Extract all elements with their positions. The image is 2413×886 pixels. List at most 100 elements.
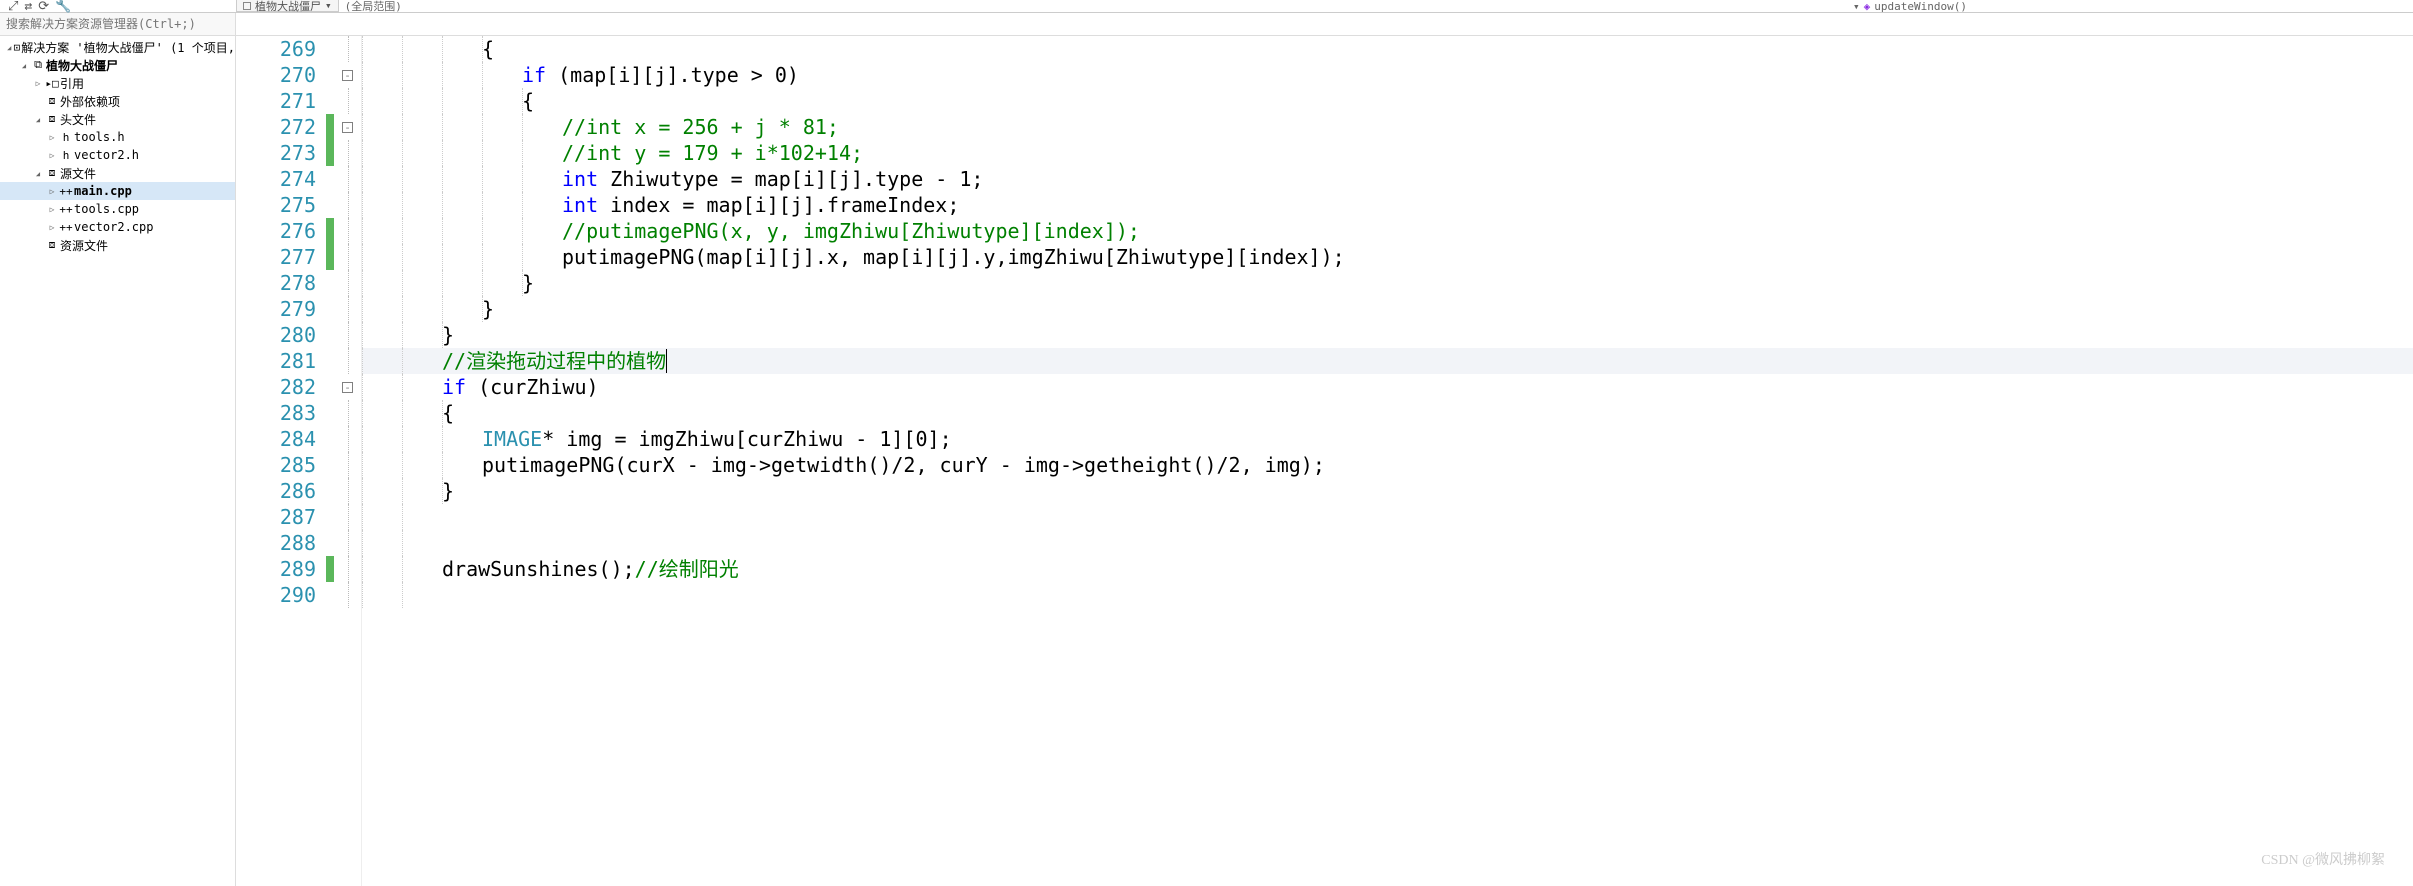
code-text: IMAGE* img = imgZhiwu[curZhiwu - 1][0];: [362, 426, 952, 452]
fold-cell[interactable]: [334, 322, 361, 348]
tool-icon-4[interactable]: 🔧: [55, 0, 71, 14]
expand-arrow-icon[interactable]: [46, 150, 58, 161]
code-line[interactable]: }: [362, 270, 2413, 296]
tree-item[interactable]: ⧈ 源文件: [0, 164, 235, 182]
tool-icon-2[interactable]: ⇄: [24, 0, 32, 14]
code-line[interactable]: [362, 504, 2413, 530]
solution-explorer[interactable]: ⊡ 解决方案 '植物大战僵尸' (1 个项目,⧉ 植物大战僵尸▸□ 引用 ⧈ 外…: [0, 36, 236, 886]
code-line[interactable]: {: [362, 88, 2413, 114]
expand-arrow-icon[interactable]: [32, 114, 44, 125]
fold-cell[interactable]: [334, 192, 361, 218]
code-line[interactable]: //putimagePNG(x, y, imgZhiwu[Zhiwutype][…: [362, 218, 2413, 244]
change-marker: [326, 322, 334, 348]
fold-cell[interactable]: [334, 348, 361, 374]
expand-arrow-icon[interactable]: [18, 60, 30, 71]
expand-arrow-icon[interactable]: [32, 168, 44, 179]
fold-cell[interactable]: [334, 88, 361, 114]
code-line[interactable]: //int y = 179 + i*102+14;: [362, 140, 2413, 166]
chevron-down-icon: ▾: [1853, 0, 1860, 13]
file-tab[interactable]: 植物大战僵尸 ▾: [236, 0, 339, 12]
change-marker: [326, 530, 334, 556]
fold-cell[interactable]: [334, 218, 361, 244]
tree-item[interactable]: ++ vector2.cpp: [0, 218, 235, 236]
fold-toggle-icon[interactable]: -: [342, 382, 353, 393]
fold-cell[interactable]: [334, 504, 361, 530]
fold-cell[interactable]: [334, 166, 361, 192]
code-line[interactable]: }: [362, 478, 2413, 504]
code-line[interactable]: putimagePNG(map[i][j].x, map[i][j].y,img…: [362, 244, 2413, 270]
change-marker: [326, 62, 334, 88]
line-number: 288: [236, 530, 316, 556]
expand-arrow-icon[interactable]: [32, 240, 44, 251]
function-dropdown[interactable]: ▾ ◈ updateWindow(): [1853, 0, 2413, 12]
change-marker: [326, 244, 334, 270]
fold-cell[interactable]: [334, 452, 361, 478]
fold-cell[interactable]: -: [334, 62, 361, 88]
tree-item[interactable]: h vector2.h: [0, 146, 235, 164]
fold-cell[interactable]: -: [334, 374, 361, 400]
tree-item[interactable]: ++ tools.cpp: [0, 200, 235, 218]
code-editor[interactable]: 2692702712722732742752762772782792802812…: [236, 36, 2413, 886]
fold-cell[interactable]: [334, 556, 361, 582]
code-line[interactable]: [362, 530, 2413, 556]
file-type-icon: ⧈: [44, 238, 60, 252]
tree-item[interactable]: ⧈ 资源文件: [0, 236, 235, 254]
fold-cell[interactable]: [334, 582, 361, 608]
fold-toggle-icon[interactable]: -: [342, 122, 353, 133]
change-marker: [326, 296, 334, 322]
tool-icon-1[interactable]: ⤢: [8, 0, 18, 14]
change-marker: [326, 218, 334, 244]
tree-item[interactable]: ⧉ 植物大战僵尸: [0, 56, 235, 74]
code-line[interactable]: }: [362, 296, 2413, 322]
tab-dropdown-icon[interactable]: ▾: [325, 0, 332, 12]
tree-item[interactable]: ⧈ 头文件: [0, 110, 235, 128]
fold-cell[interactable]: [334, 530, 361, 556]
fold-cell[interactable]: [334, 36, 361, 62]
code-text: putimagePNG(curX - img->getwidth()/2, cu…: [362, 452, 1325, 478]
code-line[interactable]: int Zhiwutype = map[i][j].type - 1;: [362, 166, 2413, 192]
fold-cell[interactable]: [334, 244, 361, 270]
code-line[interactable]: if (curZhiwu): [362, 374, 2413, 400]
expand-arrow-icon[interactable]: [46, 222, 58, 233]
code-line[interactable]: IMAGE* img = imgZhiwu[curZhiwu - 1][0];: [362, 426, 2413, 452]
tree-item[interactable]: ⊡ 解决方案 '植物大战僵尸' (1 个项目,: [0, 38, 235, 56]
code-area[interactable]: {if (map[i][j].type > 0){//int x = 256 +…: [362, 36, 2413, 886]
fold-gutter[interactable]: - - -: [334, 36, 362, 886]
fold-cell[interactable]: [334, 400, 361, 426]
code-line[interactable]: }: [362, 322, 2413, 348]
code-text: //渲染拖动过程中的植物: [362, 348, 667, 374]
code-line[interactable]: //int x = 256 + j * 81;: [362, 114, 2413, 140]
code-line[interactable]: //渲染拖动过程中的植物: [362, 348, 2413, 374]
expand-arrow-icon[interactable]: [46, 204, 58, 215]
fold-cell[interactable]: [334, 426, 361, 452]
tree-item[interactable]: ⧈ 外部依赖项: [0, 92, 235, 110]
fold-cell[interactable]: [334, 478, 361, 504]
tool-icon-3[interactable]: ⟳: [38, 0, 49, 14]
fold-cell[interactable]: [334, 296, 361, 322]
change-indicator: [326, 36, 334, 886]
expand-arrow-icon[interactable]: [46, 132, 58, 143]
code-text: int Zhiwutype = map[i][j].type - 1;: [362, 166, 983, 192]
expand-arrow-icon[interactable]: [32, 96, 44, 107]
code-line[interactable]: [362, 582, 2413, 608]
change-marker: [326, 374, 334, 400]
code-line[interactable]: putimagePNG(curX - img->getwidth()/2, cu…: [362, 452, 2413, 478]
tree-item[interactable]: h tools.h: [0, 128, 235, 146]
context-dropdown[interactable]: (全局范围): [339, 0, 1853, 12]
expand-arrow-icon[interactable]: [46, 186, 58, 197]
fold-cell[interactable]: [334, 140, 361, 166]
code-line[interactable]: drawSunshines();//绘制阳光: [362, 556, 2413, 582]
tree-item[interactable]: ++ main.cpp: [0, 182, 235, 200]
code-line[interactable]: int index = map[i][j].frameIndex;: [362, 192, 2413, 218]
expand-arrow-icon[interactable]: [32, 78, 44, 89]
fold-cell[interactable]: -: [334, 114, 361, 140]
solution-search[interactable]: [0, 13, 236, 35]
code-line[interactable]: {: [362, 36, 2413, 62]
code-text: }: [362, 478, 454, 504]
code-line[interactable]: {: [362, 400, 2413, 426]
fold-toggle-icon[interactable]: -: [342, 70, 353, 81]
tree-item[interactable]: ▸□ 引用: [0, 74, 235, 92]
fold-cell[interactable]: [334, 270, 361, 296]
search-input[interactable]: [6, 17, 229, 31]
code-line[interactable]: if (map[i][j].type > 0): [362, 62, 2413, 88]
